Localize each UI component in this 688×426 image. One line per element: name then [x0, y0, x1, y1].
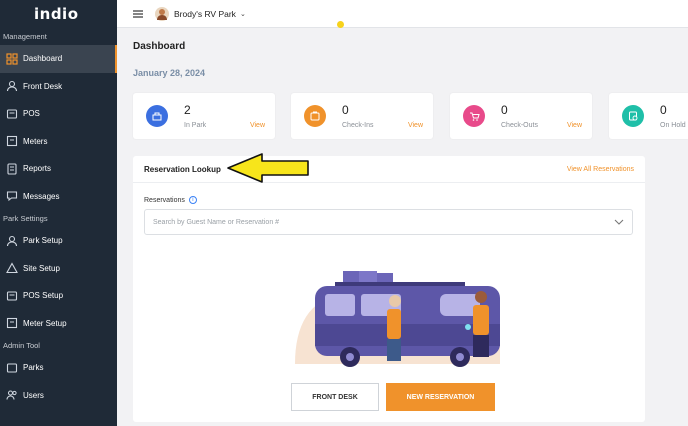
view-link[interactable]: View: [408, 122, 423, 129]
pos-icon: [6, 108, 18, 120]
view-link[interactable]: View: [250, 122, 265, 129]
reservations-label-text: Reservations: [144, 196, 185, 204]
info-icon[interactable]: i: [188, 196, 197, 204]
sidebar-item-label: Meter Setup: [23, 318, 67, 328]
app-logo[interactable]: indio: [0, 0, 117, 28]
view-all-reservations-link[interactable]: View All Reservations: [567, 166, 634, 173]
section-label-admin-tool: Admin Tool: [3, 341, 40, 350]
park-selector[interactable]: Brody's RV Park: [174, 9, 236, 19]
meter-icon: [6, 135, 18, 147]
sidebar-item-label: Messages: [23, 191, 60, 201]
sidebar-item-label: Front Desk: [23, 81, 63, 91]
sidebar-item-label: Parks: [23, 363, 44, 373]
reservation-lookup-card: Reservation Lookup View All Reservations…: [133, 156, 645, 422]
stat-label: On Hold: [660, 122, 686, 129]
lookup-title: Reservation Lookup: [144, 164, 221, 174]
sidebar: indio Management Dashboard Front Desk PO…: [0, 0, 117, 426]
sidebar-item-parks[interactable]: Parks: [0, 354, 117, 382]
site-icon: [6, 262, 18, 274]
page-title: Dashboard: [133, 41, 186, 52]
stat-value: 0: [660, 103, 667, 117]
reservation-search-input[interactable]: Search by Guest Name or Reservation #: [144, 209, 633, 235]
stat-value: 0: [342, 103, 349, 117]
section-label-management: Management: [3, 32, 47, 41]
sidebar-item-site-setup[interactable]: Site Setup: [0, 255, 117, 283]
stat-value: 0: [501, 103, 508, 117]
stat-label: In Park: [184, 122, 207, 129]
menu-toggle-icon[interactable]: [133, 9, 143, 18]
sidebar-item-messages[interactable]: Messages: [0, 183, 117, 211]
pos-setup-icon: [6, 290, 18, 302]
cursor-highlight: [337, 21, 344, 28]
dashboard-icon: [6, 53, 18, 65]
sidebar-item-meters[interactable]: Meters: [0, 128, 117, 156]
sidebar-item-label: Dashboard: [23, 54, 63, 64]
sidebar-item-label: POS: [23, 109, 40, 119]
stat-label: Check-Ins: [342, 122, 374, 129]
person-icon: [6, 80, 18, 92]
stat-label: Check-Outs: [501, 122, 538, 129]
sidebar-item-label: Users: [23, 390, 44, 400]
in-park-icon: [146, 105, 168, 127]
search-placeholder: Search by Guest Name or Reservation #: [153, 218, 280, 226]
check-in-icon: [304, 105, 326, 127]
sidebar-item-pos-setup[interactable]: POS Setup: [0, 282, 117, 310]
report-icon: [6, 163, 18, 175]
sidebar-item-label: Site Setup: [23, 263, 60, 273]
stat-card-check-ins: 0 Check-Ins View: [291, 93, 433, 139]
page-date: January 28, 2024: [133, 68, 206, 78]
front-desk-button[interactable]: FRONT DESK: [291, 383, 379, 411]
sidebar-item-dashboard[interactable]: Dashboard: [0, 45, 117, 73]
meter-setup-icon: [6, 317, 18, 329]
chevron-down-icon[interactable]: [614, 217, 624, 227]
message-icon: [6, 190, 18, 202]
stat-value: 2: [184, 103, 191, 117]
sidebar-item-label: POS Setup: [23, 291, 64, 301]
stat-card-in-park: 2 In Park View: [133, 93, 275, 139]
stat-card-on-hold: 0 On Hold: [609, 93, 688, 139]
sidebar-item-park-setup[interactable]: Park Setup: [0, 227, 117, 255]
chevron-down-icon[interactable]: ⌄: [240, 10, 246, 18]
users-icon: [6, 389, 18, 401]
topbar: Brody's RV Park ⌄: [117, 0, 688, 28]
sidebar-item-meter-setup[interactable]: Meter Setup: [0, 310, 117, 338]
reservations-field-label: Reservations i: [144, 196, 197, 204]
parks-icon: [6, 362, 18, 374]
section-label-park-settings: Park Settings: [3, 214, 48, 223]
sidebar-item-users[interactable]: Users: [0, 382, 117, 410]
sidebar-item-label: Reports: [23, 164, 52, 174]
sidebar-item-label: Meters: [23, 136, 48, 146]
sidebar-item-reports[interactable]: Reports: [0, 155, 117, 183]
view-link[interactable]: View: [567, 122, 582, 129]
new-reservation-button[interactable]: NEW RESERVATION: [386, 383, 495, 411]
park-avatar[interactable]: [155, 6, 169, 21]
lookup-header: Reservation Lookup View All Reservations: [133, 156, 645, 183]
sidebar-item-label: Park Setup: [23, 236, 63, 246]
on-hold-icon: [622, 105, 644, 127]
check-out-icon: [463, 105, 485, 127]
annotation-arrow-icon: [227, 153, 309, 183]
sidebar-item-pos[interactable]: POS: [0, 100, 117, 128]
rv-illustration: [295, 271, 500, 367]
stat-card-check-outs: 0 Check-Outs View: [450, 93, 592, 139]
park-icon: [6, 235, 18, 247]
sidebar-item-front-desk[interactable]: Front Desk: [0, 73, 117, 101]
